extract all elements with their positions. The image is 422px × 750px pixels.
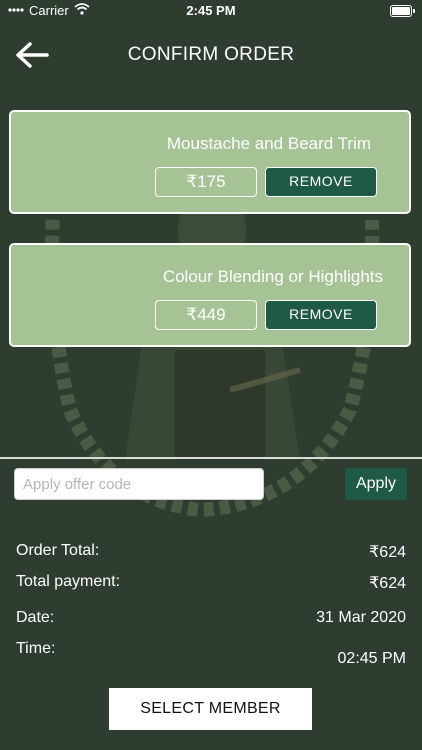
status-time: 2:45 PM bbox=[186, 3, 236, 18]
status-bar: Carrier 2:45 PM bbox=[0, 0, 422, 22]
order-total-value: ₹624 bbox=[369, 544, 406, 561]
service-name: Moustache and Beard Trim bbox=[166, 134, 371, 153]
date-label: Date: bbox=[16, 609, 55, 626]
date-value: 31 Mar 2020 bbox=[316, 609, 406, 626]
service-price: ₹449 bbox=[155, 300, 257, 330]
select-member-button[interactable]: SELECT MEMBER bbox=[109, 688, 312, 730]
time-value: 02:45 PM bbox=[337, 650, 406, 667]
service-card: Moustache and Beard Trim ₹175 REMOVE bbox=[9, 110, 411, 214]
time-label: Time: bbox=[16, 640, 56, 657]
page-title: CONFIRM ORDER bbox=[127, 44, 295, 65]
remove-button[interactable]: REMOVE bbox=[265, 167, 377, 197]
battery-icon bbox=[390, 5, 415, 17]
total-payment-label: Total payment: bbox=[16, 573, 121, 590]
service-card: Colour Blending or Highlights ₹449 REMOV… bbox=[9, 243, 411, 347]
divider bbox=[0, 457, 422, 459]
offer-code-input[interactable] bbox=[14, 468, 264, 500]
order-total-label: Order Total: bbox=[16, 542, 100, 559]
apply-button[interactable]: Apply bbox=[345, 468, 407, 500]
service-price: ₹175 bbox=[155, 167, 257, 197]
service-name: Colour Blending or Highlights bbox=[162, 267, 383, 286]
total-payment-value: ₹624 bbox=[369, 575, 406, 592]
remove-button[interactable]: REMOVE bbox=[265, 300, 377, 330]
